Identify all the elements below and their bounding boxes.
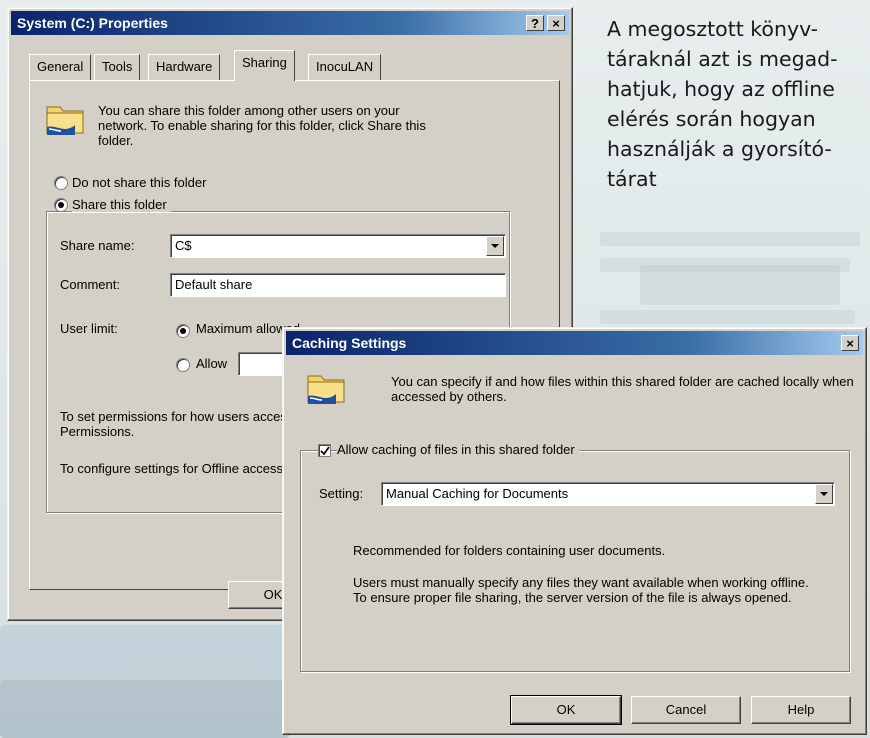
tab-sharing[interactable]: Sharing — [234, 50, 295, 81]
caching-help-button[interactable]: Help — [751, 696, 851, 724]
properties-titlebar: System (C:) Properties ? × — [11, 11, 569, 35]
caching-setting-dropdown[interactable]: Manual Caching for Documents — [381, 482, 835, 506]
chevron-down-icon[interactable] — [486, 236, 504, 256]
tab-general[interactable]: General — [29, 54, 92, 80]
allow-caching-checkbox[interactable] — [318, 444, 331, 457]
background-print-line — [600, 310, 855, 324]
background-print-heading — [640, 265, 840, 305]
tab-inoculan[interactable]: InocuLAN — [308, 54, 382, 80]
user-limit-label: User limit: — [60, 321, 118, 336]
radio-do-not-share-label[interactable]: Do not share this folder — [72, 175, 206, 190]
caching-cancel-button[interactable]: Cancel — [631, 696, 741, 724]
caption-line: elérés során hogyan — [607, 107, 816, 131]
caption-line: hatjuk, hogy az offline — [607, 77, 835, 101]
radio-share-label[interactable]: Share this folder — [72, 197, 171, 212]
close-icon[interactable]: × — [547, 15, 565, 31]
caching-title: Caching Settings — [292, 335, 407, 351]
share-name-label: Share name: — [60, 238, 135, 253]
caption-line: A megosztott könyv- — [607, 17, 819, 41]
sharing-intro-text: You can share this folder among other us… — [98, 103, 426, 148]
comment-label: Comment: — [60, 277, 120, 292]
magazine-caption: A megosztott könyv- táraknál azt is mega… — [607, 14, 865, 194]
close-icon[interactable]: × — [841, 335, 859, 351]
share-name-value: C$ — [175, 238, 192, 253]
allow-caching-label[interactable]: Allow caching of files in this shared fo… — [337, 442, 579, 457]
shared-folder-icon — [307, 375, 345, 404]
radio-share-this-folder[interactable] — [54, 198, 68, 212]
background-print-line — [600, 232, 860, 246]
caption-line: tárat — [607, 167, 657, 191]
caption-line: használják a gyorsító- — [607, 137, 832, 161]
caching-titlebar: Caching Settings × — [286, 331, 863, 355]
shared-folder-icon — [46, 106, 84, 135]
recommended-text: Recommended for folders containing user … — [353, 543, 666, 558]
caching-ok-button[interactable]: OK — [510, 695, 622, 725]
radio-do-not-share[interactable] — [54, 176, 68, 190]
caption-line: táraknál azt is megad- — [607, 47, 838, 71]
caching-setting-value: Manual Caching for Documents — [386, 486, 569, 501]
share-name-dropdown[interactable]: C$ — [170, 234, 506, 258]
tab-tools[interactable]: Tools — [94, 54, 141, 80]
caching-settings-dialog: Caching Settings × You can specify if an… — [282, 327, 867, 735]
background-print-heading — [0, 680, 290, 738]
radio-maximum-allowed[interactable] — [176, 324, 190, 338]
tab-hardware[interactable]: Hardware — [148, 54, 221, 80]
caching-intro-text: You can specify if and how files within … — [391, 374, 854, 404]
radio-allow[interactable] — [176, 358, 190, 372]
caching-description-text: Users must manually specify any files th… — [353, 575, 809, 605]
comment-value: Default share — [175, 277, 253, 292]
chevron-down-icon[interactable] — [815, 484, 833, 504]
comment-field[interactable]: Default share — [170, 273, 506, 297]
checkmark-icon — [320, 446, 330, 456]
properties-title: System (C:) Properties — [17, 15, 168, 31]
setting-label: Setting: — [319, 486, 364, 501]
help-title-button[interactable]: ? — [526, 15, 544, 31]
radio-allow-label[interactable]: Allow — [196, 356, 227, 371]
